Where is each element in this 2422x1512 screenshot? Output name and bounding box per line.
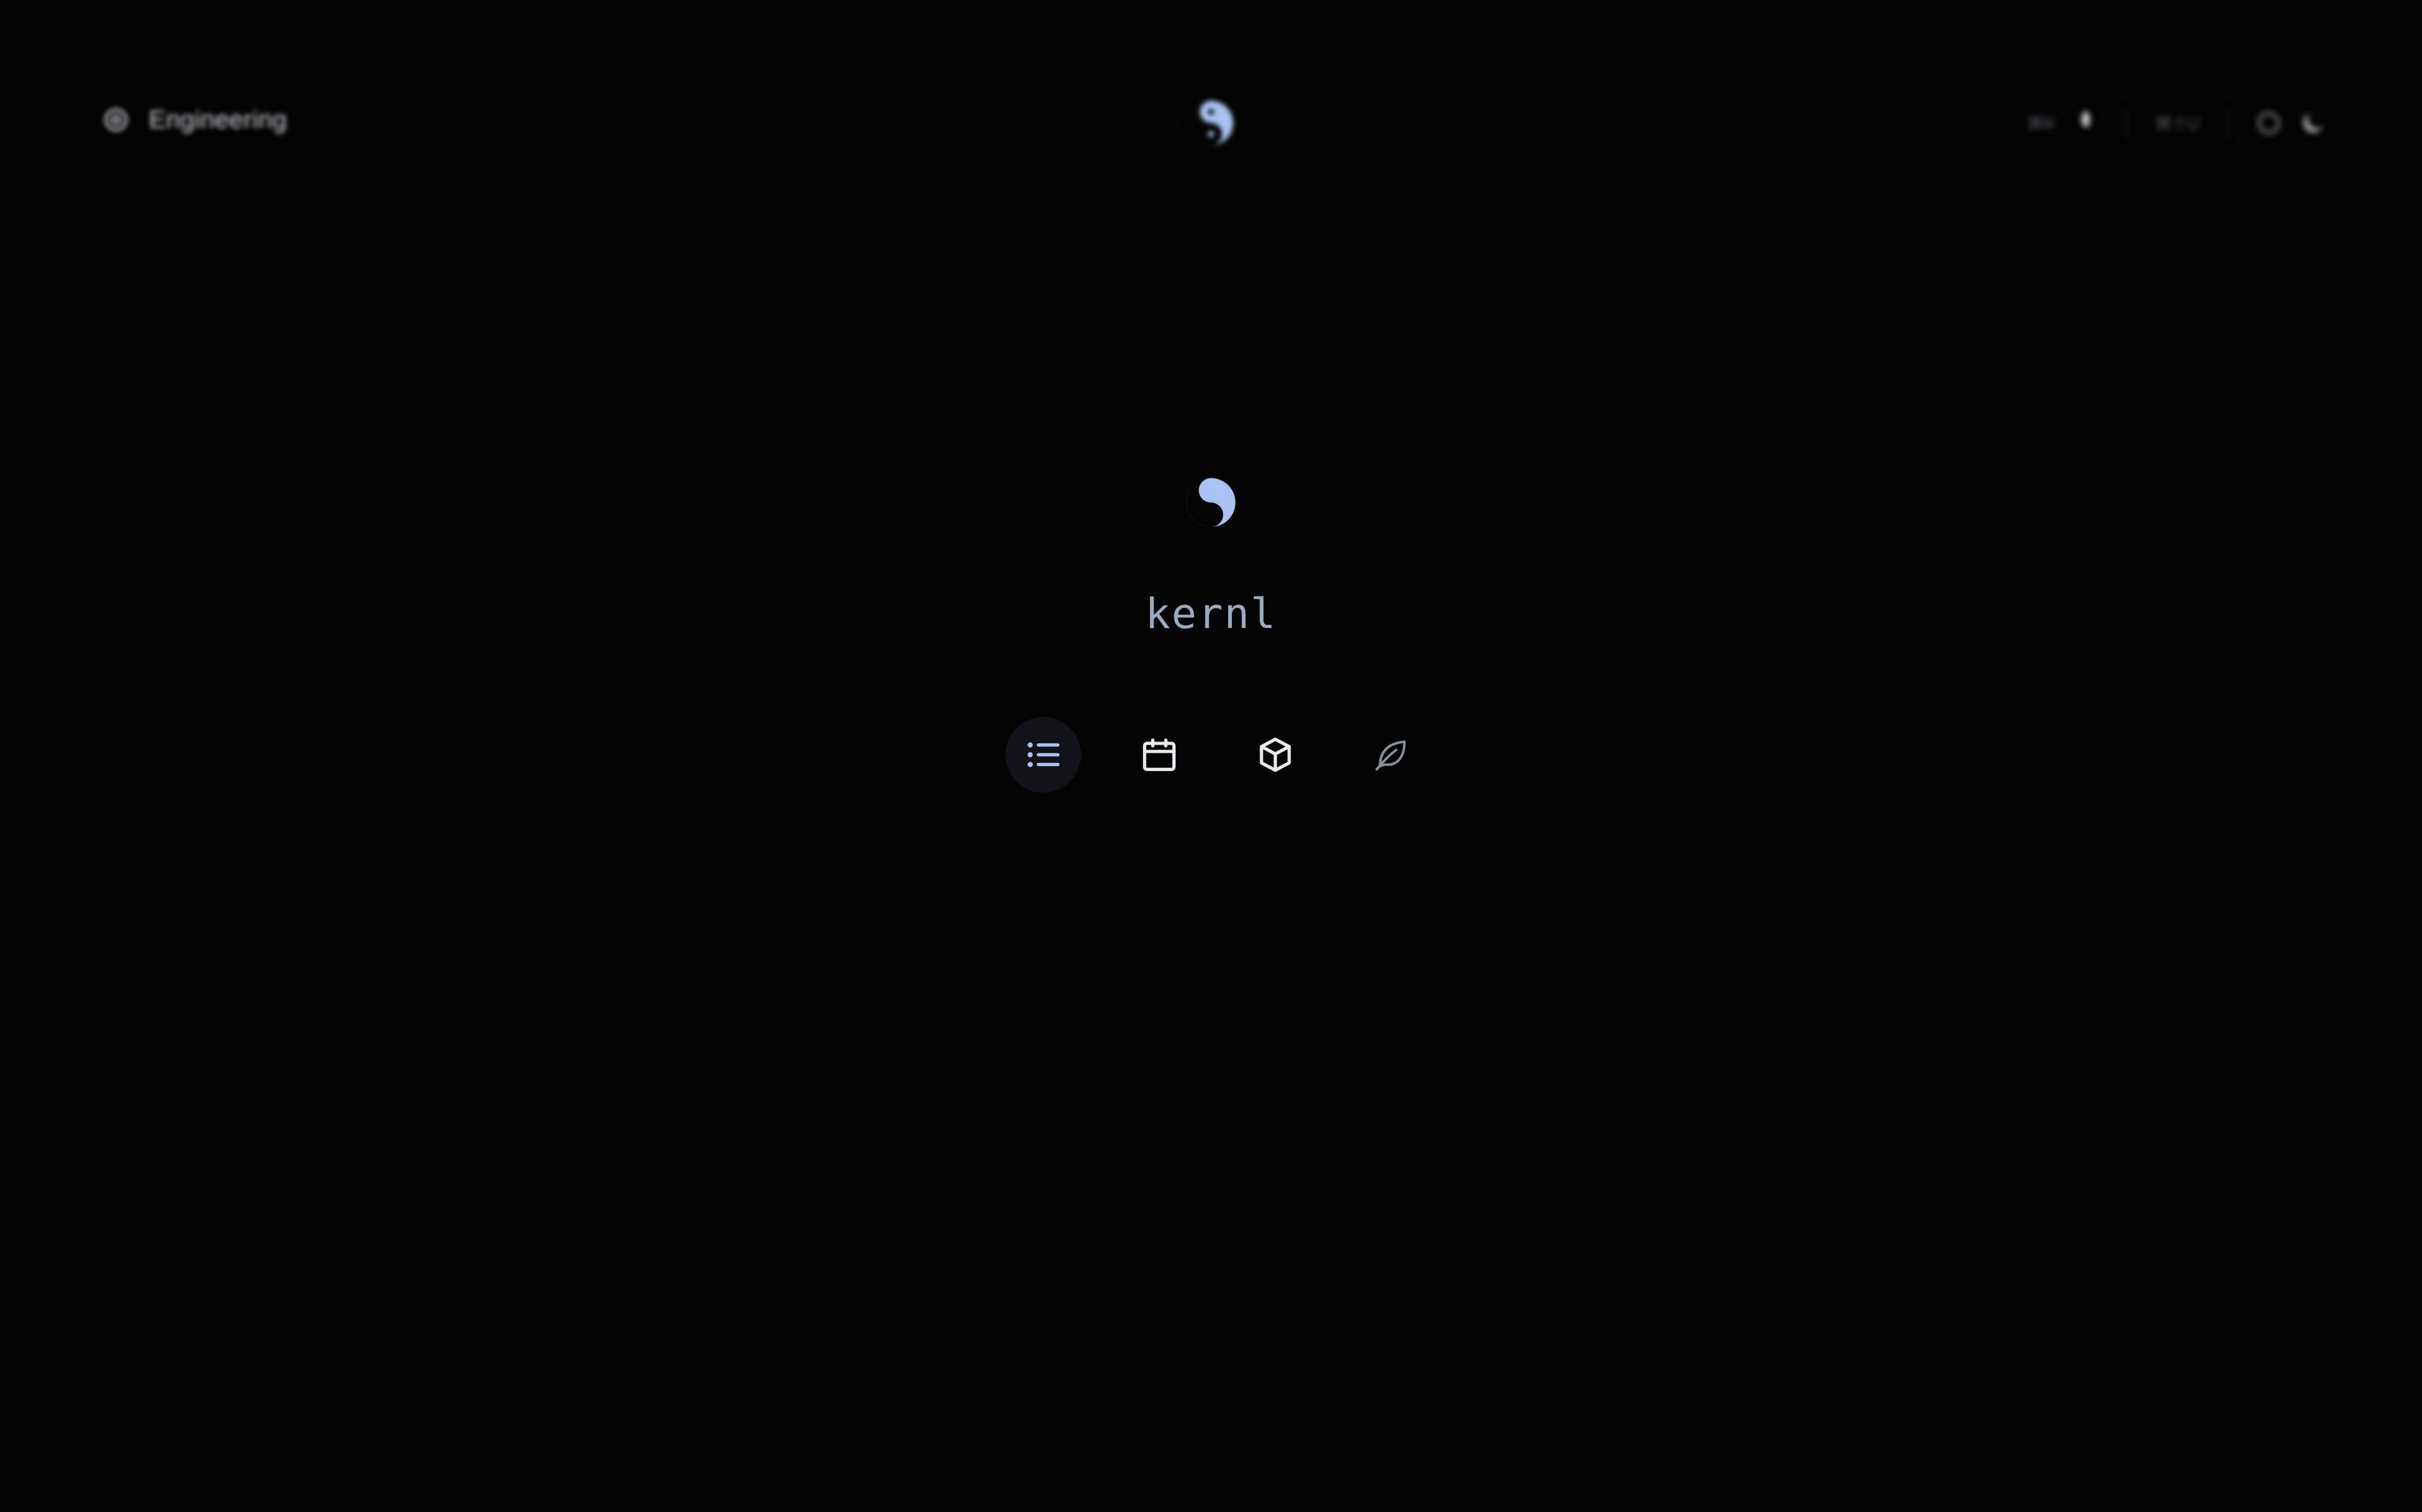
kernl-logo-icon [1186,478,1236,527]
top-right-controls: ⌘K ⌘⇧U [2027,107,2327,139]
nav-calendar-button[interactable] [1121,717,1197,793]
divider [2127,107,2129,139]
app-name: kernl [1145,590,1277,638]
nav-box-button[interactable] [1237,717,1313,793]
app-root: Engineering ⌘K ⌘⇧U kernl [0,0,2422,1512]
yin-yang-logo-icon[interactable] [1186,95,1236,151]
search-shortcut-hint: ⌘K [2027,113,2057,133]
notification-bell-icon[interactable] [2254,108,2283,137]
workspace-switcher[interactable]: Engineering [101,105,287,135]
nav-leaf-button[interactable] [1354,717,1429,793]
list-icon [1027,742,1060,767]
new-shortcut-hint: ⌘⇧U [2155,113,2200,133]
nav-list-button[interactable] [1005,717,1081,793]
microphone-icon[interactable] [2071,108,2100,137]
settings-circle-icon [105,108,127,131]
workspace-label: Engineering [149,105,287,134]
box-icon [1260,737,1291,772]
calendar-icon [1143,738,1176,771]
moon-icon[interactable] [2298,108,2327,137]
view-switcher [1005,717,1429,793]
leaf-icon [1375,740,1406,771]
top-bar: Engineering ⌘K ⌘⇧U [0,0,2422,252]
divider [2226,107,2228,139]
